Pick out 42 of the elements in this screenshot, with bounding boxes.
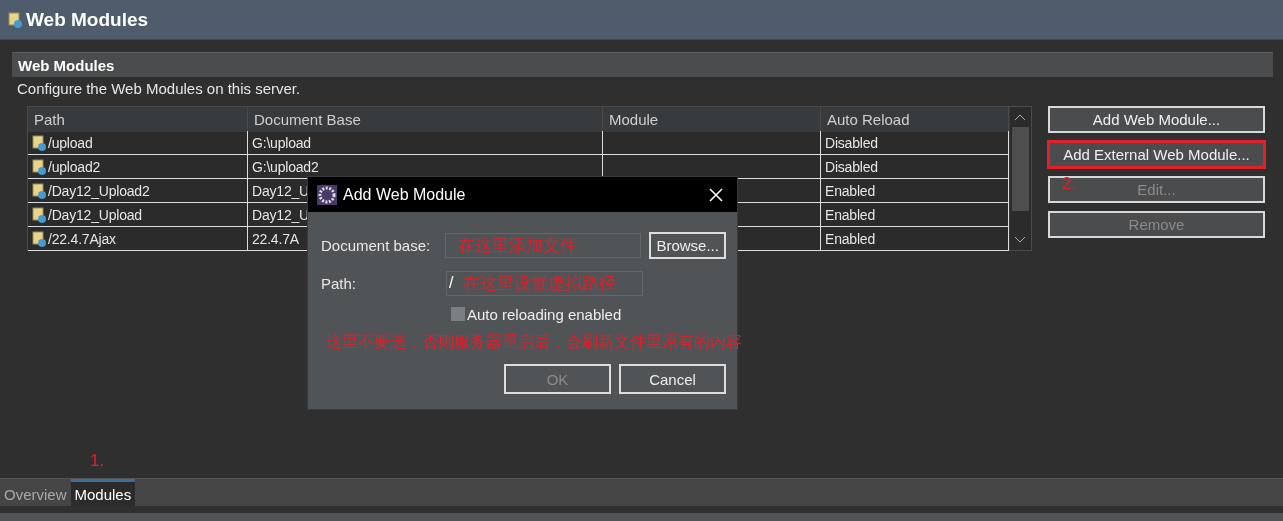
action-button[interactable]: Add External Web Module... [1048, 141, 1265, 168]
section-description: Configure the Web Modules on this server. [16, 79, 302, 99]
column-header[interactable]: Document Base [248, 107, 603, 132]
field-label: Path: [321, 274, 358, 292]
path-text: /upload2 [48, 158, 101, 175]
checkbox[interactable] [451, 307, 465, 321]
web-module-icon [32, 230, 46, 247]
column-header[interactable]: Module [603, 107, 821, 132]
column-header[interactable]: Path [28, 107, 248, 132]
editor-tab[interactable]: Overview [0, 479, 71, 506]
note-annotation: 这里不要选，否则服务器重启后，会刷新文件里原有的内容 [326, 332, 743, 352]
scrollbar[interactable] [1009, 107, 1031, 250]
table-cell: G:\upload [248, 131, 603, 155]
path-text: /upload [48, 134, 93, 151]
gear-icon [317, 184, 337, 205]
web-module-icon [8, 11, 22, 28]
web-module-icon [32, 134, 46, 151]
scroll-up-icon[interactable] [1014, 113, 1026, 121]
dialog-button[interactable]: Cancel [619, 364, 726, 394]
table-cell: Enabled [821, 227, 1009, 251]
path-text: /Day12_Upload2 [48, 182, 150, 199]
editor-tab[interactable]: Modules [70, 479, 136, 506]
field-value: / [449, 274, 454, 292]
close-icon[interactable] [709, 187, 723, 202]
web-module-icon [32, 206, 46, 223]
scroll-down-icon[interactable] [1014, 236, 1026, 244]
editor-title: Web Modules [26, 8, 149, 31]
path-text: /Day12_Upload [48, 206, 142, 223]
field-annotation: 在这里设置虚拟路径 [463, 272, 617, 295]
field-label: Document base: [321, 236, 432, 254]
checkbox-label: Auto reloading enabled [467, 305, 622, 323]
column-header[interactable]: Auto Reload [821, 107, 1009, 132]
browse-button[interactable]: Browse... [649, 231, 726, 259]
web-module-icon [32, 182, 46, 199]
step-annotation: 2. [1062, 174, 1077, 194]
step-annotation: 1. [90, 451, 105, 471]
input-field[interactable]: / 在这里设置虚拟路径 [446, 270, 643, 296]
action-button[interactable]: Add Web Module... [1048, 106, 1265, 133]
web-module-icon [32, 158, 46, 175]
section-header: Web Modules [12, 52, 1273, 77]
dialog-title: Add Web Module [343, 185, 467, 204]
path-text: /22.4.7Ajax [48, 230, 116, 247]
